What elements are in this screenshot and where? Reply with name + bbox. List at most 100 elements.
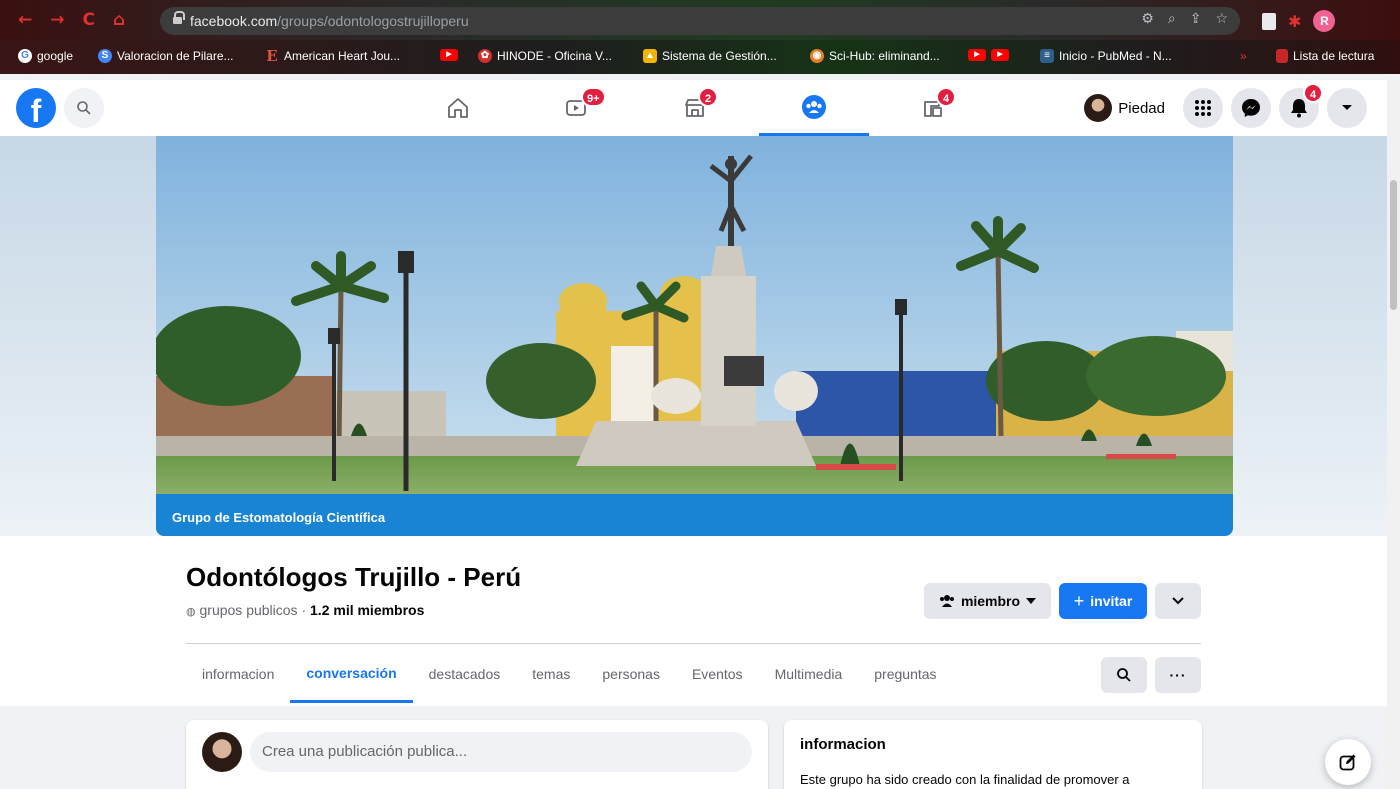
address-bar[interactable]: facebook.com/groups/odontologostrujillop… bbox=[160, 7, 1240, 35]
group-search-button[interactable] bbox=[1101, 657, 1147, 693]
avatar bbox=[1084, 94, 1113, 122]
group-tabs: informacion conversación destacados tema… bbox=[186, 645, 953, 703]
reload-icon[interactable]: C bbox=[83, 11, 95, 29]
forward-arrow-icon[interactable]: → bbox=[50, 11, 64, 29]
extensions-area: ✱ R bbox=[1262, 10, 1336, 32]
lock-icon[interactable] bbox=[173, 11, 185, 25]
avatar[interactable] bbox=[202, 732, 242, 772]
tab-informacion[interactable]: informacion bbox=[186, 645, 290, 703]
url-path: /groups/odontologostrujilloperu bbox=[277, 13, 469, 29]
ellipsis-icon: ··· bbox=[1169, 667, 1187, 683]
nav-gaming[interactable]: 4 bbox=[878, 80, 988, 136]
account-dropdown-button[interactable] bbox=[1327, 88, 1367, 128]
zoom-icon[interactable]: ⌕ bbox=[1168, 11, 1176, 27]
bookmark-pubmed[interactable]: ≡ Inicio - PubMed - N... bbox=[1040, 49, 1172, 63]
chevron-down-icon bbox=[1172, 597, 1184, 605]
bookmark-label: google bbox=[37, 49, 74, 63]
profile-name: Piedad bbox=[1118, 99, 1165, 117]
bookmark-youtube-2[interactable]: ▶ ▶ bbox=[968, 49, 1009, 61]
post-composer: Crea una publicación publica... bbox=[186, 720, 768, 789]
plaza-de-armas-photo bbox=[156, 136, 1233, 536]
cover-caption: Grupo de Estomatología Científica bbox=[156, 494, 1233, 536]
group-privacy[interactable]: grupos publicos bbox=[200, 602, 298, 618]
youtube-icon: ▶ bbox=[968, 49, 986, 61]
invite-button[interactable]: + invitar bbox=[1059, 583, 1147, 619]
tab-personas[interactable]: personas bbox=[586, 645, 676, 703]
member-button-label: miembro bbox=[960, 593, 1021, 609]
scroll-thumb[interactable] bbox=[1390, 180, 1397, 310]
translate-icon[interactable]: ⚙ bbox=[1141, 11, 1154, 27]
notifications-button[interactable]: 4 bbox=[1279, 83, 1323, 128]
bookmark-google[interactable]: Ggoogle bbox=[18, 49, 73, 63]
search-icon bbox=[1117, 668, 1131, 682]
bookmark-hinode[interactable]: ✿ HINODE - Oficina V... bbox=[478, 49, 612, 63]
about-text: Este grupo ha sido creado con la finalid… bbox=[800, 772, 1130, 787]
bookmarks-overflow[interactable]: » bbox=[1240, 49, 1247, 63]
bookmarks-bar: Ggoogle S Valoracion de Pilare... E Americ… bbox=[0, 40, 1400, 74]
tab-preguntas[interactable]: preguntas bbox=[858, 645, 952, 703]
back-arrow-icon[interactable]: ← bbox=[18, 11, 32, 29]
tab-multimedia[interactable]: Multimedia bbox=[759, 645, 859, 703]
bookmark-sistema-gestion[interactable]: ▲ Sistema de Gestión... bbox=[643, 49, 777, 63]
search-button[interactable] bbox=[64, 88, 104, 128]
s-icon: S bbox=[98, 49, 112, 63]
group-title: Odontólogos Trujillo - Perú bbox=[186, 562, 522, 592]
nav-marketplace[interactable]: 2 bbox=[640, 80, 750, 136]
create-post-input[interactable]: Crea una publicación publica... bbox=[250, 732, 752, 772]
share-icon[interactable]: ⇪ bbox=[1190, 11, 1202, 27]
home-icon[interactable]: ⌂ bbox=[113, 11, 125, 29]
bookmark-valoracion[interactable]: S Valoracion de Pilare... bbox=[98, 49, 234, 63]
nav-home[interactable] bbox=[403, 80, 513, 136]
hinode-icon: ✿ bbox=[478, 49, 492, 63]
messenger-button[interactable] bbox=[1231, 88, 1271, 128]
bookmark-label: Sistema de Gestión... bbox=[662, 49, 777, 63]
page-scrollbar[interactable] bbox=[1387, 80, 1400, 789]
facebook-header: f 9+ 2 4 Piedad 4 bbox=[0, 80, 1387, 136]
reading-list-icon bbox=[1276, 49, 1288, 63]
url-text[interactable]: facebook.com/groups/odontologostrujillop… bbox=[190, 13, 469, 29]
member-button[interactable]: miembro bbox=[924, 583, 1051, 619]
url-domain: facebook.com bbox=[190, 13, 278, 29]
profile-chip[interactable]: Piedad bbox=[1080, 88, 1175, 128]
puzzle-extension-icon[interactable]: ✱ bbox=[1288, 12, 1301, 31]
new-message-button[interactable] bbox=[1325, 739, 1371, 785]
cover-photo[interactable]: Grupo de Estomatología Científica bbox=[156, 136, 1233, 536]
nav-watch[interactable]: 9+ bbox=[521, 80, 631, 136]
browser-toolbar: ← → C ⌂ facebook.com/groups/odontologost… bbox=[0, 0, 1400, 40]
browser-profile-avatar[interactable]: R bbox=[1313, 10, 1336, 32]
groups-icon bbox=[802, 94, 826, 119]
bookmark-label: Sci-Hub: eliminand... bbox=[829, 49, 940, 63]
reading-list[interactable]: Lista de lectura bbox=[1276, 49, 1374, 63]
bookmark-american-heart[interactable]: E American Heart Jou... bbox=[265, 49, 400, 64]
group-meta: ◍ grupos publicos · 1.2 mil miembros bbox=[186, 602, 424, 618]
youtube-icon: ▶ bbox=[991, 49, 1009, 61]
about-card: informacion Este grupo ha sido creado co… bbox=[784, 720, 1202, 789]
scihub-icon: ◉ bbox=[810, 49, 824, 63]
bookmark-star-icon[interactable]: ☆ bbox=[1215, 11, 1228, 27]
tab-destacados[interactable]: destacados bbox=[413, 645, 517, 703]
group-members-count[interactable]: 1.2 mil miembros bbox=[310, 602, 424, 618]
messenger-icon bbox=[1242, 99, 1260, 117]
bookmark-youtube-1[interactable]: ▶ bbox=[440, 49, 458, 61]
globe-icon: ◍ bbox=[186, 605, 196, 618]
menu-button[interactable] bbox=[1183, 88, 1223, 128]
facebook-logo-icon[interactable]: f bbox=[16, 88, 56, 128]
nav-groups[interactable] bbox=[759, 80, 869, 136]
document-extension-icon[interactable] bbox=[1262, 12, 1276, 30]
header-divider bbox=[186, 643, 1201, 644]
home-icon bbox=[448, 98, 468, 118]
watch-badge: 9+ bbox=[581, 87, 606, 107]
tab-eventos[interactable]: Eventos bbox=[676, 645, 759, 703]
bookmark-scihub[interactable]: ◉ Sci-Hub: eliminand... bbox=[810, 49, 940, 63]
tab-temas[interactable]: temas bbox=[516, 645, 586, 703]
header-right-actions: Piedad 4 bbox=[1080, 83, 1367, 128]
more-options-button[interactable]: ··· bbox=[1155, 657, 1201, 693]
youtube-icon: ▶ bbox=[440, 49, 458, 61]
grid-menu-icon bbox=[1195, 100, 1211, 116]
meta-separator: · bbox=[297, 602, 311, 618]
search-icon bbox=[77, 101, 91, 115]
reading-list-label: Lista de lectura bbox=[1293, 49, 1375, 63]
compose-icon bbox=[1339, 754, 1356, 771]
group-options-button[interactable] bbox=[1155, 583, 1201, 619]
tab-conversacion[interactable]: conversación bbox=[290, 645, 413, 703]
